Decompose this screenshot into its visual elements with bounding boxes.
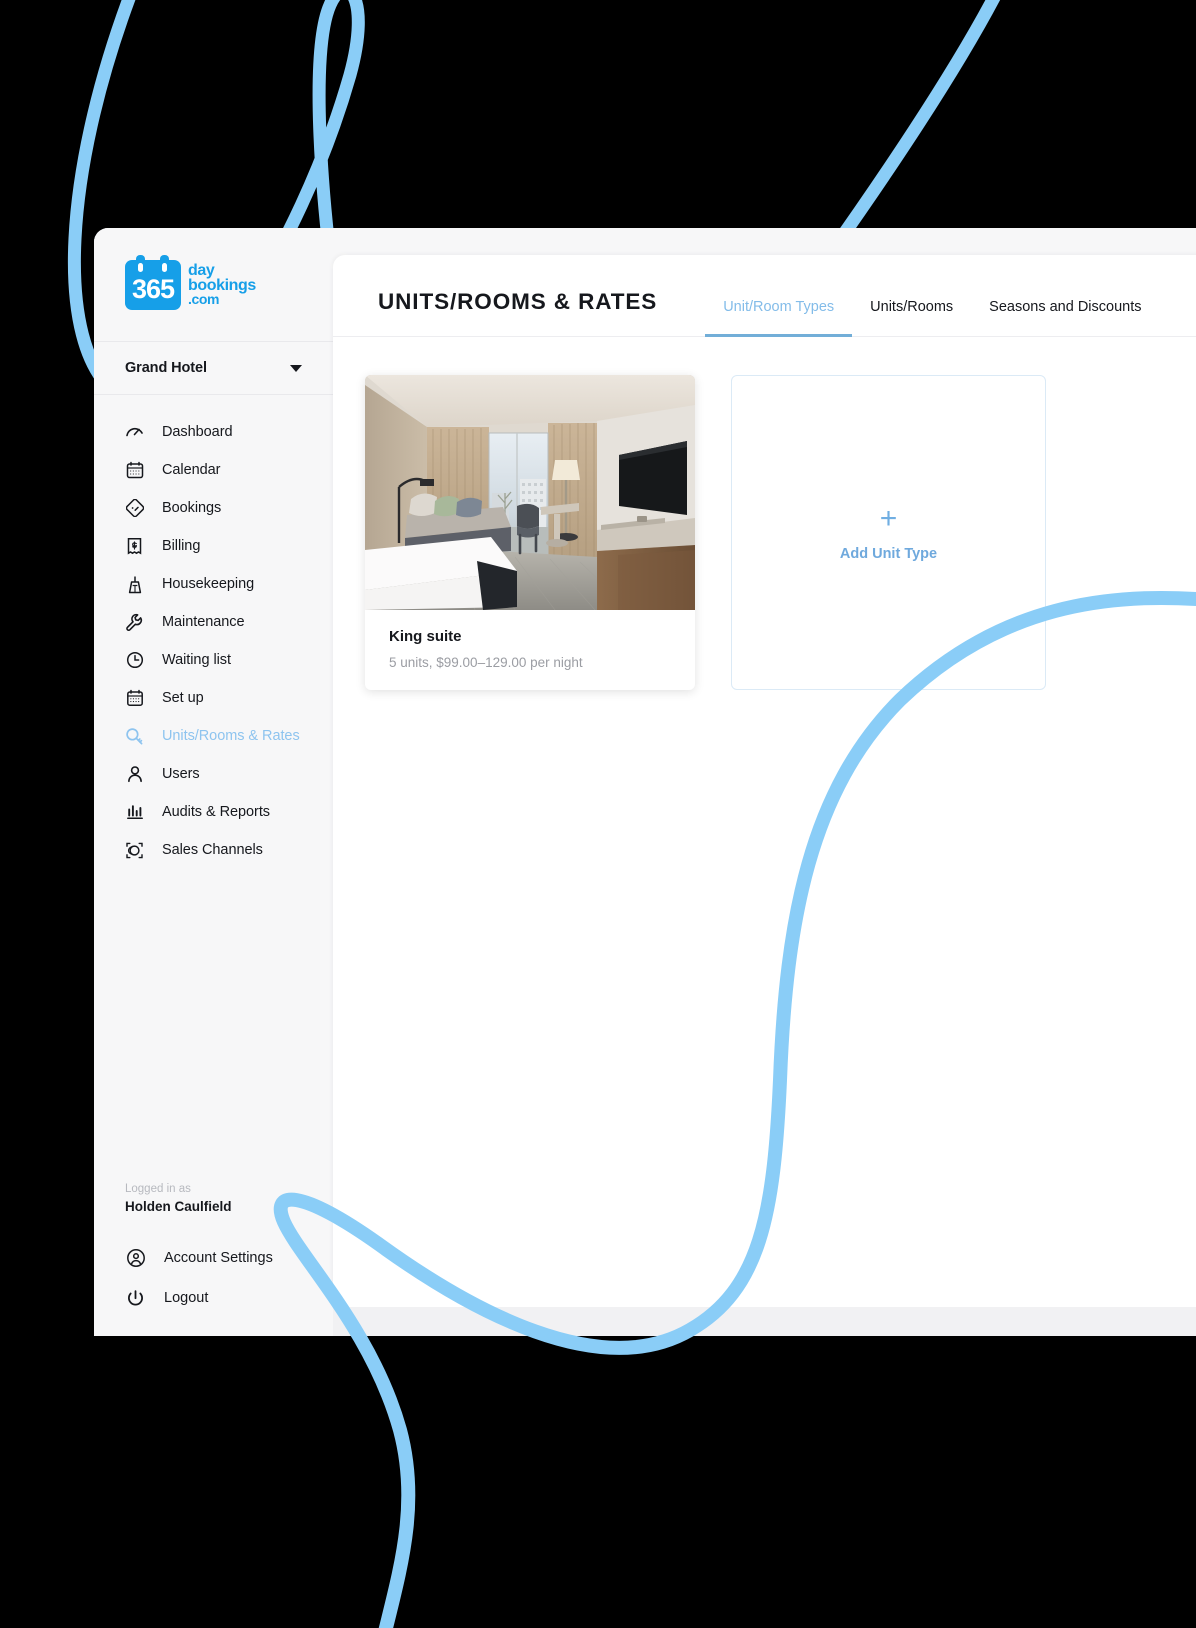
app-logo[interactable]: 365 day bookings .com bbox=[125, 254, 256, 310]
account-settings-link[interactable]: Account Settings bbox=[94, 1238, 333, 1278]
chevron-down-icon bbox=[290, 364, 302, 372]
sidebar-item-label: Housekeeping bbox=[162, 576, 255, 592]
logo-area: 365 day bookings .com bbox=[94, 228, 333, 342]
hotel-room-photo bbox=[365, 375, 695, 610]
receipt-dollar-icon bbox=[125, 537, 144, 556]
bar-chart-icon bbox=[125, 803, 144, 822]
add-unit-type-label: Add Unit Type bbox=[839, 545, 938, 562]
sidebar-item-label: Calendar bbox=[162, 462, 221, 478]
app-window: 365 day bookings .com Grand Hotel Dashbo… bbox=[94, 228, 1196, 1336]
sidebar-item-label: Dashboard bbox=[162, 424, 233, 440]
tab-bar: Unit/Room Types Units/Rooms Seasons and … bbox=[705, 299, 1159, 337]
sidebar-item-audits-reports[interactable]: Audits & Reports bbox=[94, 793, 333, 831]
logout-label: Logout bbox=[164, 1290, 209, 1306]
plus-icon: + bbox=[879, 501, 898, 535]
sidebar-item-label: Maintenance bbox=[162, 614, 245, 630]
logo-word-day: day bbox=[188, 261, 215, 279]
unit-card-title: King suite bbox=[389, 628, 462, 645]
sidebar: 365 day bookings .com Grand Hotel Dashbo… bbox=[94, 228, 333, 1336]
screen: 365 day bookings .com Grand Hotel Dashbo… bbox=[0, 0, 1196, 1628]
sidebar-item-dashboard[interactable]: Dashboard bbox=[94, 413, 333, 451]
sidebar-item-label: Waiting list bbox=[162, 652, 231, 668]
logged-in-user: Holden Caulfield bbox=[125, 1199, 232, 1214]
sidebar-item-waiting-list[interactable]: Waiting list bbox=[94, 641, 333, 679]
sidebar-item-bookings[interactable]: Bookings bbox=[94, 489, 333, 527]
sidebar-item-label: Audits & Reports bbox=[162, 804, 270, 820]
magnifier-key-icon bbox=[125, 727, 144, 746]
logged-in-label: Logged in as bbox=[125, 1183, 191, 1195]
sidebar-nav: Dashboard Calendar Bookings Billing Hous… bbox=[94, 395, 333, 869]
unit-type-card[interactable]: King suite 5 units, $99.00–129.00 per ni… bbox=[365, 375, 695, 690]
target-globe-icon bbox=[125, 841, 144, 860]
person-icon bbox=[125, 765, 144, 784]
calendar-icon bbox=[125, 461, 144, 480]
sidebar-item-label: Sales Channels bbox=[162, 842, 263, 858]
main-panel: UNITS/ROOMS & RATES Unit/Room Types Unit… bbox=[333, 255, 1196, 1307]
power-icon bbox=[125, 1288, 146, 1309]
calendar-badge-icon: 365 bbox=[125, 254, 181, 310]
sidebar-item-sales-channels[interactable]: Sales Channels bbox=[94, 831, 333, 869]
tag-icon bbox=[125, 499, 144, 518]
sidebar-item-billing[interactable]: Billing bbox=[94, 527, 333, 565]
tab-unit-room-types[interactable]: Unit/Room Types bbox=[705, 299, 853, 337]
tab-seasons-and-discounts[interactable]: Seasons and Discounts bbox=[971, 299, 1159, 336]
unit-card-details: 5 units, $99.00–129.00 per night bbox=[389, 655, 583, 670]
unit-card-meta: King suite 5 units, $99.00–129.00 per ni… bbox=[365, 610, 695, 670]
property-selector[interactable]: Grand Hotel bbox=[94, 342, 333, 395]
sidebar-item-label: Users bbox=[162, 766, 200, 782]
wrench-icon bbox=[125, 613, 144, 632]
sidebar-item-label: Bookings bbox=[162, 500, 222, 516]
property-name: Grand Hotel bbox=[125, 360, 207, 376]
speedometer-icon bbox=[125, 423, 144, 442]
broom-icon bbox=[125, 575, 144, 594]
clock-icon bbox=[125, 651, 144, 670]
calendar-grid-icon bbox=[125, 689, 144, 708]
window-footer-strip bbox=[333, 1307, 1196, 1336]
sidebar-item-label: Billing bbox=[162, 538, 201, 554]
account-settings-label: Account Settings bbox=[164, 1250, 273, 1266]
logo-wordmark: day bookings .com bbox=[188, 261, 256, 307]
sidebar-item-maintenance[interactable]: Maintenance bbox=[94, 603, 333, 641]
unit-type-grid: King suite 5 units, $99.00–129.00 per ni… bbox=[333, 337, 1196, 690]
tab-units-rooms[interactable]: Units/Rooms bbox=[852, 299, 971, 336]
sidebar-item-label: Units/Rooms & Rates bbox=[162, 728, 300, 744]
sidebar-item-users[interactable]: Users bbox=[94, 755, 333, 793]
sidebar-item-set-up[interactable]: Set up bbox=[94, 679, 333, 717]
page-title: UNITS/ROOMS & RATES bbox=[378, 289, 658, 314]
sidebar-item-calendar[interactable]: Calendar bbox=[94, 451, 333, 489]
logo-word-com: .com bbox=[188, 290, 220, 307]
sidebar-item-label: Set up bbox=[162, 690, 204, 706]
sidebar-footer: Logged in as Holden Caulfield Account Se… bbox=[94, 1183, 333, 1318]
main-header: UNITS/ROOMS & RATES Unit/Room Types Unit… bbox=[333, 255, 1196, 337]
sidebar-item-housekeeping[interactable]: Housekeeping bbox=[94, 565, 333, 603]
logo-number: 365 bbox=[131, 273, 175, 304]
sidebar-item-units-rooms-rates[interactable]: Units/Rooms & Rates bbox=[94, 717, 333, 755]
logout-button[interactable]: Logout bbox=[94, 1278, 333, 1318]
user-circle-icon bbox=[125, 1248, 146, 1269]
add-unit-type-button[interactable]: + Add Unit Type bbox=[731, 375, 1046, 690]
